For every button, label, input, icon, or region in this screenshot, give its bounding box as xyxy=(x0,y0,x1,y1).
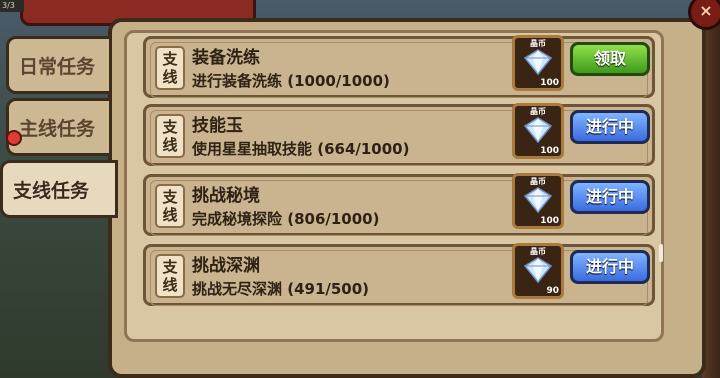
diamond-gem-icon xyxy=(523,117,553,144)
notification-dot xyxy=(6,130,22,146)
quest-name: 技能玉 xyxy=(192,116,243,136)
in-progress-button[interactable]: 进行中 xyxy=(570,180,650,214)
reward-slot[interactable]: 晶币 100 xyxy=(512,103,564,159)
close-icon: × xyxy=(699,1,713,20)
quest-type-badge: 支 线 xyxy=(155,46,185,90)
tab-label: 支线任务 xyxy=(13,179,90,202)
quest-type-badge: 支 线 xyxy=(155,114,185,158)
reward-slot[interactable]: 晶币 100 xyxy=(512,35,564,91)
tab-daily[interactable]: 日常任务 xyxy=(6,36,112,94)
quest-row: 支 线 挑战深渊 挑战无尽深渊 (491/500) 晶币 90 进行中 xyxy=(143,243,655,306)
quest-name: 装备洗练 xyxy=(192,48,260,68)
reward-slot[interactable]: 晶币 100 xyxy=(512,173,564,229)
quest-name: 挑战深渊 xyxy=(192,256,260,276)
quest-name: 挑战秘境 xyxy=(192,186,260,206)
reward-count: 100 xyxy=(540,78,559,88)
reward-count: 100 xyxy=(540,216,559,226)
diamond-gem-icon xyxy=(523,49,553,76)
reward-count: 90 xyxy=(546,286,559,296)
in-progress-button[interactable]: 进行中 xyxy=(570,110,650,144)
reward-count: 100 xyxy=(540,146,559,156)
tab-label: 主线任务 xyxy=(19,117,96,140)
corner-counter: 3/3 xyxy=(0,0,24,12)
quest-desc: 完成秘境探险 (806/1000) xyxy=(192,210,380,228)
quest-row: 支 线 挑战秘境 完成秘境探险 (806/1000) 晶币 100 进行中 xyxy=(143,173,655,236)
tab-main[interactable]: 主线任务 xyxy=(6,98,112,156)
scrollbar-thumb[interactable] xyxy=(659,244,663,262)
tab-bar: 日常任务 主线任务 支线任务 xyxy=(0,32,120,332)
in-progress-button[interactable]: 进行中 xyxy=(570,250,650,284)
quest-desc: 使用星星抽取技能 (664/1000) xyxy=(192,140,410,158)
reward-slot[interactable]: 晶币 90 xyxy=(512,243,564,299)
diamond-gem-icon xyxy=(523,257,553,284)
quest-type-badge: 支 线 xyxy=(155,254,185,298)
quest-row: 支 线 装备洗练 进行装备洗练 (1000/1000) 晶币 100 领取 xyxy=(143,35,655,98)
quest-row: 支 线 技能玉 使用星星抽取技能 (664/1000) 晶币 100 进行中 xyxy=(143,103,655,166)
claim-button[interactable]: 领取 xyxy=(570,42,650,76)
tab-side[interactable]: 支线任务 xyxy=(0,160,118,218)
tab-label: 日常任务 xyxy=(19,55,96,78)
quest-desc: 进行装备洗练 (1000/1000) xyxy=(192,72,390,90)
quest-type-badge: 支 线 xyxy=(155,184,185,228)
quest-desc: 挑战无尽深渊 (491/500) xyxy=(192,280,370,298)
diamond-gem-icon xyxy=(523,187,553,214)
